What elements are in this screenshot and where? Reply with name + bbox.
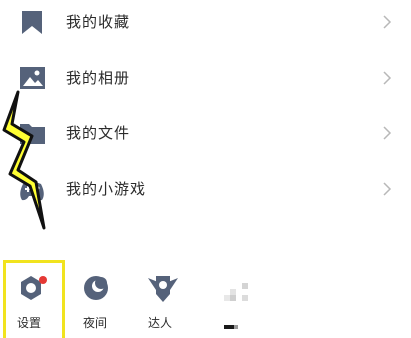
menu-item-favorites[interactable]: 我的收藏 (0, 0, 411, 50)
expert-button[interactable]: 达人 (148, 268, 208, 334)
chevron-right-icon (383, 15, 392, 29)
bookmark-icon (22, 11, 42, 34)
lightning-annotation (2, 90, 46, 230)
settings-button[interactable]: 设置 (17, 268, 77, 334)
night-mode-button[interactable]: 夜间 (83, 268, 143, 334)
moon-icon (84, 276, 108, 300)
chevron-right-icon (383, 126, 392, 140)
settings-icon (21, 276, 47, 300)
chevron-right-icon (383, 71, 392, 85)
menu-item-label: 我的小游戏 (66, 180, 147, 198)
menu-item-album[interactable]: 我的相册 (0, 56, 411, 106)
menu-item-label: 我的文件 (66, 124, 131, 142)
menu-item-label: 我的收藏 (66, 13, 131, 31)
image-icon (20, 67, 45, 89)
expert-badge-icon (148, 276, 178, 302)
night-mode-label: 夜间 (83, 316, 108, 330)
chevron-right-icon (383, 182, 392, 196)
expert-label: 达人 (148, 316, 173, 330)
menu-item-label: 我的相册 (66, 69, 131, 87)
menu-item-mini-games[interactable]: 我的小游戏 (0, 167, 411, 217)
menu-item-files[interactable]: 我的文件 (0, 111, 411, 161)
settings-label: 设置 (17, 316, 42, 330)
pixelated-item (224, 283, 248, 329)
